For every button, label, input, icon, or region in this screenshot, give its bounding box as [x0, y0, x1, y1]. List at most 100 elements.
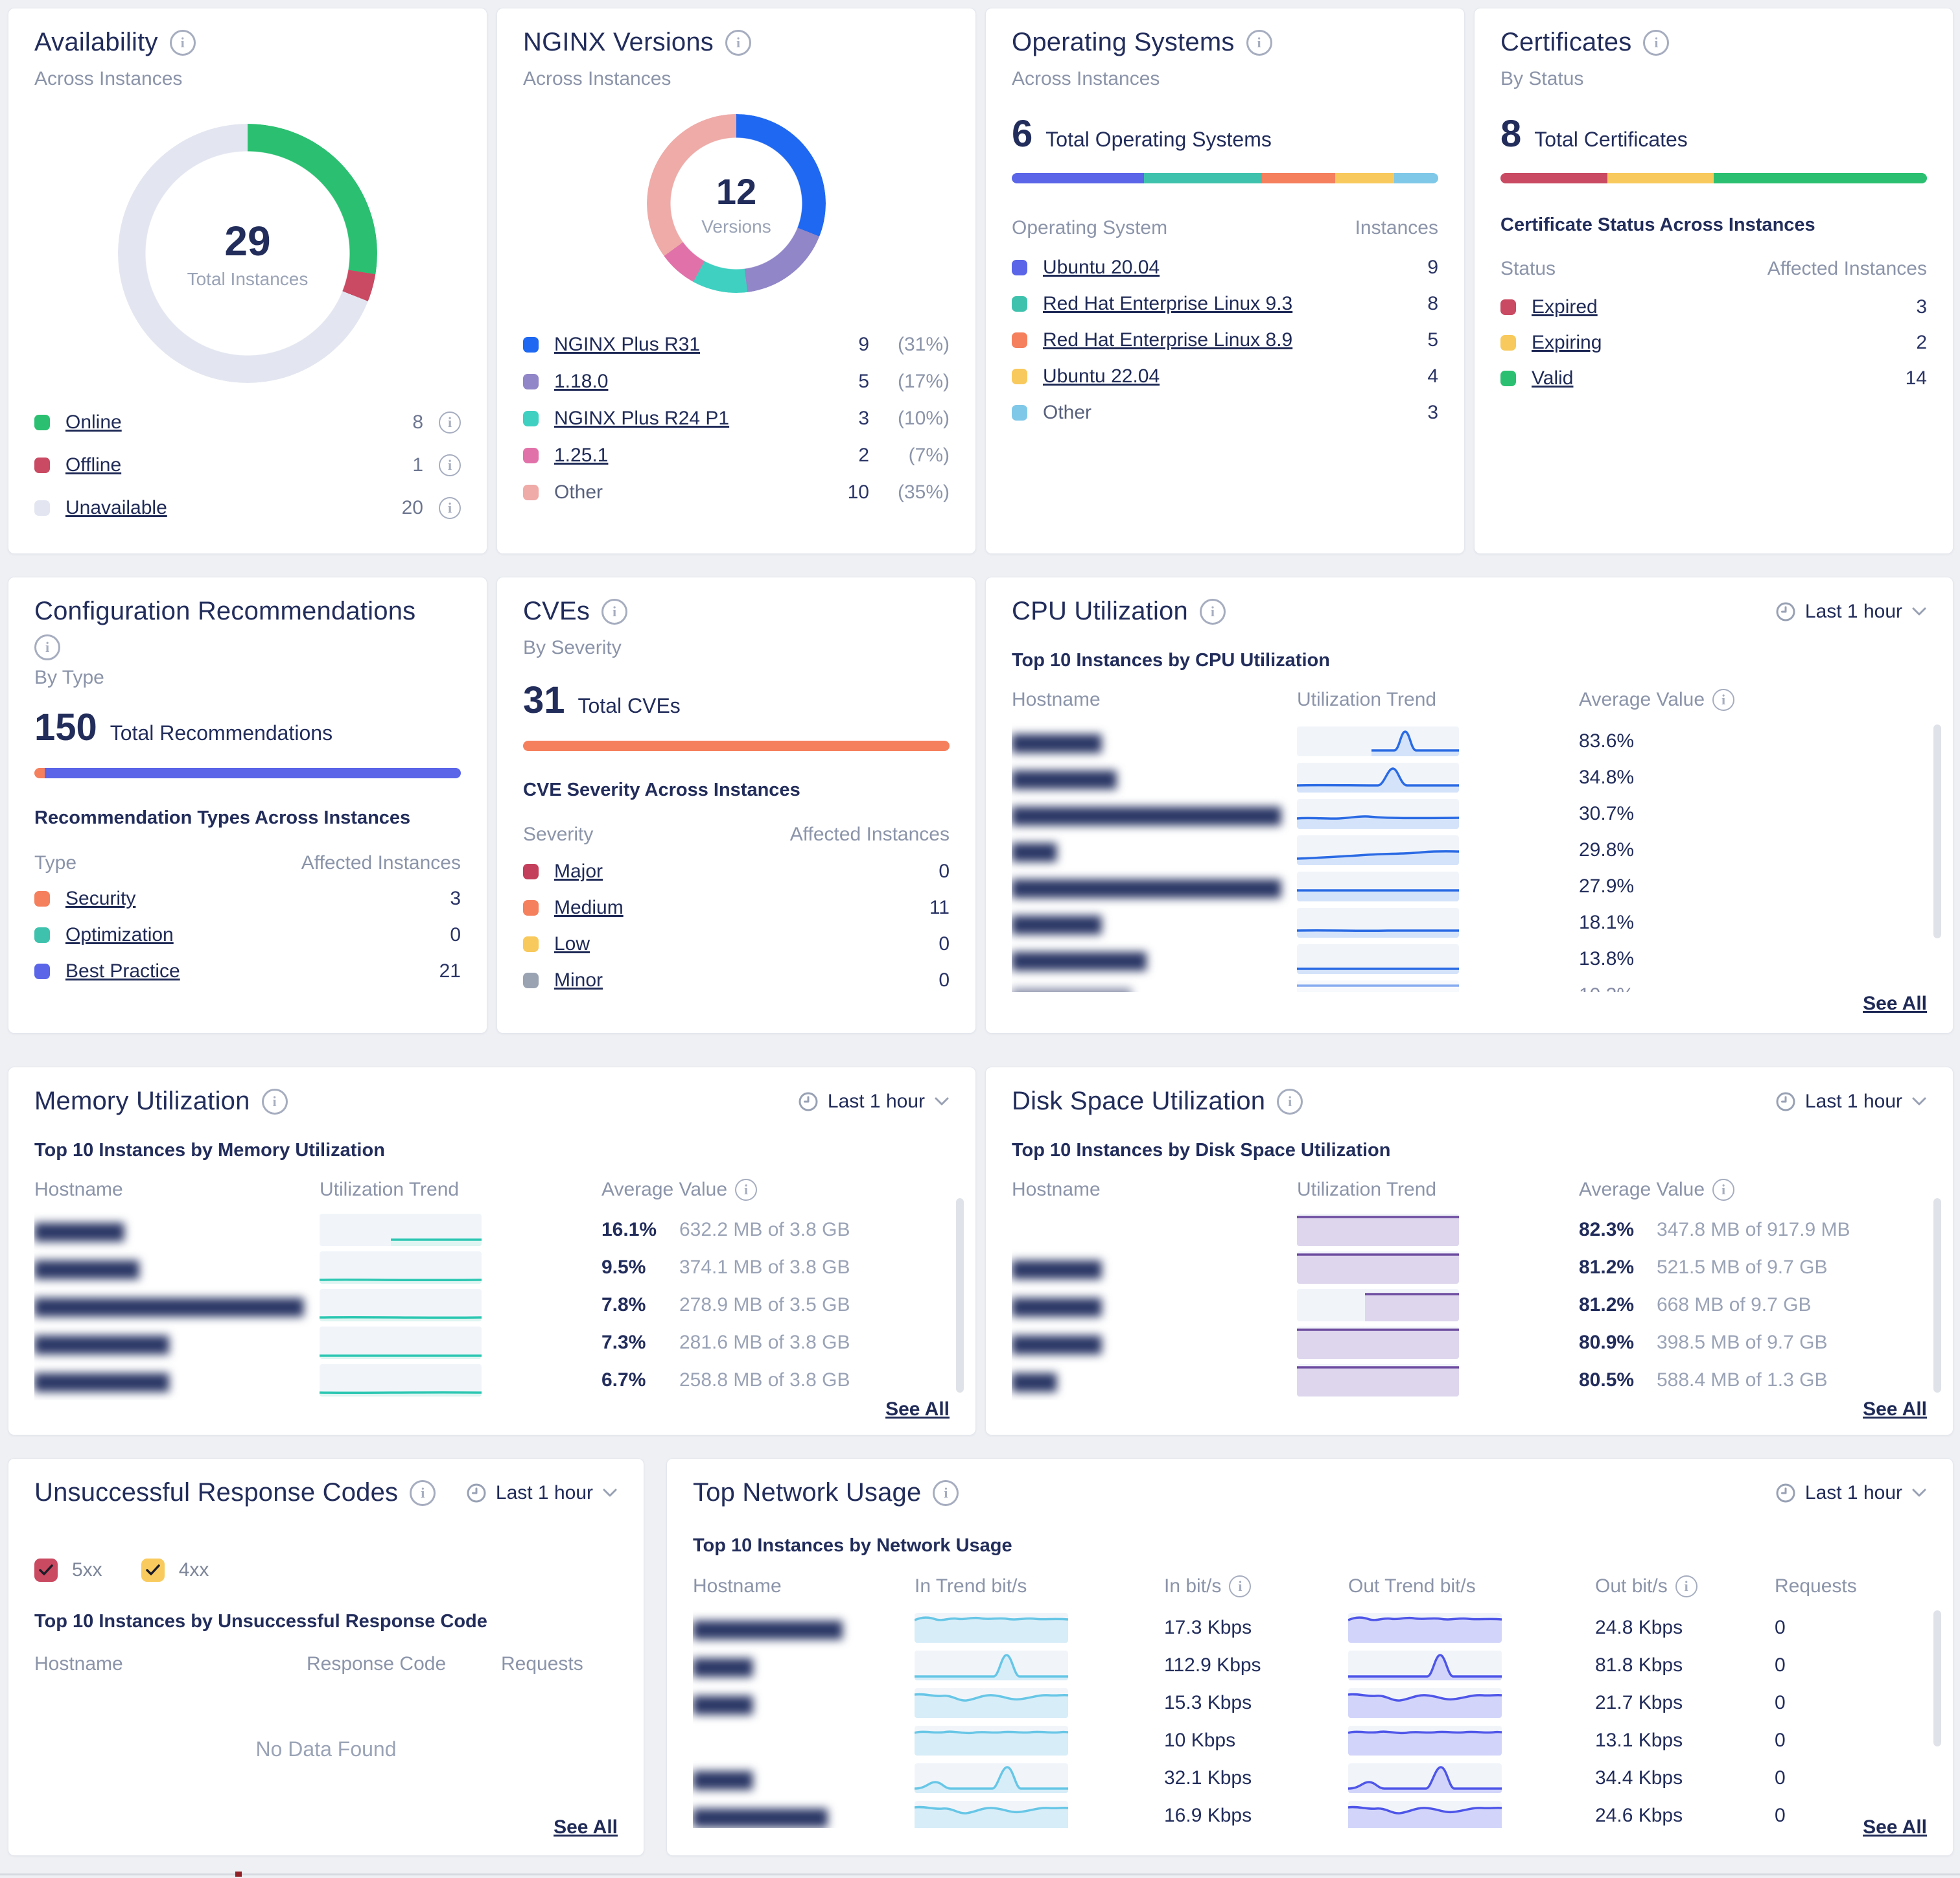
- hostname-link-blurred[interactable]: ▆▆▆▆▆▆▆: [34, 1256, 139, 1279]
- hostname-link-blurred[interactable]: ▆▆▆▆: [693, 1654, 752, 1677]
- os-link[interactable]: Red Hat Enterprise Linux 9.3: [1043, 293, 1412, 315]
- type-col-header: Type: [34, 852, 76, 874]
- hostname-link-blurred[interactable]: ▆▆▆▆▆▆: [1012, 1331, 1101, 1354]
- info-icon[interactable]: [1712, 689, 1734, 711]
- see-all-link[interactable]: See All: [885, 1398, 950, 1420]
- scrollbar[interactable]: [1933, 1609, 1941, 1828]
- info-icon[interactable]: [1200, 599, 1226, 625]
- time-range-dropdown[interactable]: Last 1 hour: [466, 1482, 618, 1504]
- os-link[interactable]: Ubuntu 20.04: [1043, 257, 1412, 279]
- hostname-link-blurred[interactable]: ▆▆▆▆▆▆▆▆▆▆▆▆▆▆▆▆▆▆: [1012, 802, 1281, 826]
- hostname-link-blurred[interactable]: ▆▆▆: [1012, 839, 1056, 862]
- hostname-link-blurred[interactable]: ▆▆▆▆▆▆▆▆▆▆▆▆▆▆▆▆▆▆: [1012, 875, 1281, 898]
- hostname-link-blurred[interactable]: ▆▆▆▆▆▆▆: [1012, 766, 1117, 789]
- hostname-link-blurred[interactable]: ▆▆▆▆▆▆: [34, 1218, 124, 1242]
- info-icon[interactable]: [933, 1480, 959, 1506]
- status-col-header: Status: [1500, 258, 1556, 280]
- info-icon[interactable]: [735, 1179, 757, 1201]
- info-icon[interactable]: [439, 454, 461, 476]
- hostname-link-blurred[interactable]: ▆▆▆▆▆▆▆▆▆: [1012, 947, 1147, 971]
- page-bottom-divider: [0, 1873, 1960, 1875]
- hostname-link-blurred[interactable]: ▆▆▆▆: [693, 1691, 752, 1715]
- version-link[interactable]: 1.18.0: [554, 371, 843, 393]
- hostname-link-blurred[interactable]: ▆▆▆▆▆▆: [1012, 730, 1101, 753]
- trend-col-header: Utilization Trend: [1297, 689, 1579, 711]
- time-range-dropdown[interactable]: Last 1 hour: [798, 1091, 950, 1113]
- hostname-link-blurred[interactable]: ▆▆▆▆▆▆▆▆▆▆: [693, 1616, 843, 1640]
- info-icon[interactable]: [601, 599, 627, 625]
- hostname-link-blurred[interactable]: ▆▆▆▆▆▆: [1012, 1256, 1101, 1279]
- info-icon[interactable]: [170, 30, 196, 56]
- optimization-link[interactable]: Optimization: [65, 924, 434, 946]
- hostname-link-blurred[interactable]: ▆▆▆▆▆▆: [1012, 1293, 1101, 1317]
- info-icon[interactable]: [34, 634, 60, 660]
- valid-link[interactable]: Valid: [1532, 367, 1890, 389]
- disk-detail-value: 347.8 MB of 917.9 MB: [1657, 1219, 1914, 1241]
- version-link[interactable]: NGINX Plus R24 P1: [554, 408, 843, 430]
- requests-value: 0: [1775, 1730, 1914, 1752]
- disk-avg-value: 82.3%: [1579, 1219, 1657, 1241]
- net-out-sparkline: [1348, 1801, 1502, 1828]
- info-icon[interactable]: [725, 30, 751, 56]
- filter-5xx-checkbox[interactable]: 5xx: [34, 1559, 102, 1582]
- disk-detail-value: 668 MB of 9.7 GB: [1657, 1294, 1914, 1316]
- info-icon[interactable]: [1643, 30, 1669, 56]
- best-practice-link[interactable]: Best Practice: [65, 960, 424, 982]
- major-link[interactable]: Major: [554, 861, 923, 883]
- version-count: 3: [858, 408, 869, 430]
- online-link[interactable]: Online: [65, 412, 397, 434]
- info-icon[interactable]: [439, 412, 461, 434]
- hostname-link-blurred[interactable]: ▆▆▆▆: [693, 1767, 752, 1790]
- hostname-link-blurred[interactable]: ▆▆▆▆▆▆▆▆▆: [693, 1804, 828, 1827]
- see-all-link[interactable]: See All: [1863, 1398, 1927, 1420]
- os-link[interactable]: Ubuntu 22.04: [1043, 365, 1412, 388]
- scrollbar[interactable]: [1933, 1197, 1941, 1411]
- filter-4xx-checkbox[interactable]: 4xx: [141, 1559, 209, 1582]
- hostname-link-blurred[interactable]: ▆▆▆▆▆▆▆▆▆▆▆▆▆▆▆▆▆▆: [34, 1293, 303, 1317]
- in-value: 15.3 Kbps: [1164, 1692, 1348, 1714]
- memory-avg-value: 16.1%: [601, 1219, 679, 1241]
- os-link[interactable]: Red Hat Enterprise Linux 8.9: [1043, 329, 1412, 351]
- low-link[interactable]: Low: [554, 933, 923, 955]
- info-icon[interactable]: [439, 497, 461, 519]
- version-link[interactable]: NGINX Plus R31: [554, 334, 843, 356]
- info-icon[interactable]: [1712, 1179, 1734, 1201]
- valid-chip: [1500, 371, 1516, 386]
- hostname-link-blurred[interactable]: ▆▆▆▆▆▆▆▆▆: [34, 1369, 169, 1392]
- security-link[interactable]: Security: [65, 888, 434, 910]
- requests-col-header: Requests: [1775, 1575, 1914, 1597]
- hostname-link-blurred[interactable]: ▆▆▆▆▆▆▆▆: [1012, 984, 1132, 992]
- os-chip: [1012, 260, 1027, 275]
- expired-link[interactable]: Expired: [1532, 296, 1900, 318]
- offline-link[interactable]: Offline: [65, 454, 397, 476]
- hostname-link-blurred[interactable]: ▆▆▆▆▆▆▆▆▆: [34, 1331, 169, 1354]
- time-range-label: Last 1 hour: [496, 1482, 593, 1504]
- info-icon[interactable]: [1277, 1089, 1303, 1115]
- version-link[interactable]: 1.25.1: [554, 445, 843, 467]
- time-range-dropdown[interactable]: Last 1 hour: [1775, 1091, 1927, 1113]
- medium-link[interactable]: Medium: [554, 897, 914, 919]
- requests-col-header: Requests: [501, 1653, 618, 1675]
- see-all-link[interactable]: See All: [1863, 993, 1927, 1015]
- time-range-dropdown[interactable]: Last 1 hour: [1775, 1482, 1927, 1504]
- rec-row: Best Practice 21: [34, 953, 461, 990]
- info-icon[interactable]: [262, 1089, 288, 1115]
- memory-row: ▆▆▆▆▆▆▆▆▆▆▆▆▆▆▆▆▆▆ 7.8% 278.9 MB of 3.5 …: [34, 1286, 937, 1324]
- info-icon[interactable]: [410, 1480, 436, 1506]
- availability-donut: 29 Total Instances: [118, 124, 377, 383]
- expiring-link[interactable]: Expiring: [1532, 332, 1900, 354]
- unavailable-link[interactable]: Unavailable: [65, 497, 386, 519]
- scrollbar[interactable]: [956, 1197, 964, 1411]
- see-all-link[interactable]: See All: [1863, 1816, 1927, 1838]
- optimization-count: 0: [450, 924, 461, 946]
- scrollbar[interactable]: [1933, 723, 1941, 992]
- hostname-link-blurred[interactable]: ▆▆▆: [1012, 1369, 1056, 1392]
- network-row: 10 Kbps 13.1 Kbps 0: [693, 1722, 1914, 1759]
- minor-link[interactable]: Minor: [554, 969, 923, 991]
- time-range-dropdown[interactable]: Last 1 hour: [1775, 601, 1927, 623]
- info-icon[interactable]: [1246, 30, 1272, 56]
- info-icon[interactable]: [1229, 1575, 1251, 1597]
- see-all-link[interactable]: See All: [554, 1816, 618, 1838]
- info-icon[interactable]: [1675, 1575, 1698, 1597]
- hostname-link-blurred[interactable]: ▆▆▆▆▆▆: [1012, 911, 1101, 934]
